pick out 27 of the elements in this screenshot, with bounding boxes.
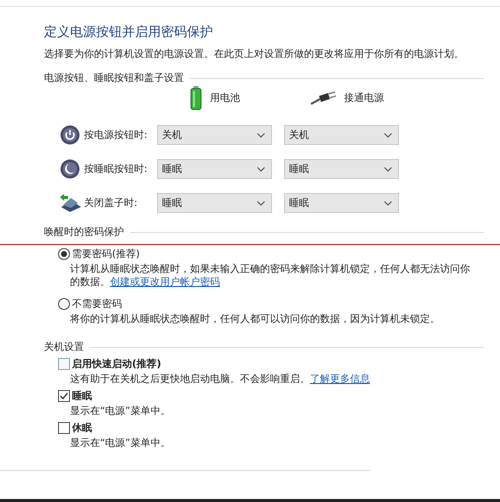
link[interactable]: 创建或更改用户帐户密码 — [110, 277, 220, 288]
page-description: 选择要为你的计算机设置的电源设置。在此页上对设置所做的更改将应用于你所有的电源计划。 — [44, 48, 465, 61]
dropdown[interactable]: 关机 — [284, 125, 399, 145]
option-description: 显示在“电源”菜单中。 — [70, 437, 172, 450]
section-heading: 电源按钮、睡眠按钮和盖子设置 — [44, 72, 184, 85]
dropdown[interactable]: 睡眠 — [157, 159, 272, 179]
page-title: 定义电源按钮并启用密码保护 — [44, 24, 214, 41]
option-description: 显示在“电源”菜单中。 — [70, 405, 172, 418]
option-label: 休眠 — [72, 422, 92, 435]
option-description: 这有助于在关机之后更快地启动电脑。不会影响重启。了解更多信息 — [70, 373, 371, 386]
option-label: 启用快速启动(推荐) — [72, 357, 162, 371]
option-description: 将你的计算机从睡眠状态唤醒时，任何人都可以访问你的数据，因为计算机未锁定。 — [70, 313, 441, 326]
column-label: 用电池 — [210, 92, 240, 105]
dropdown[interactable]: 关机 — [157, 125, 272, 145]
section-heading: 唤醒时的密码保护 — [44, 226, 124, 239]
section-heading: 关机设置 — [44, 340, 84, 354]
setting-label: 关闭盖子时: — [84, 196, 138, 210]
option-label: 不需要密码 — [72, 298, 122, 311]
option-label: 需要密码(推荐) — [72, 248, 140, 261]
setting-label: 按睡眠按钮时: — [84, 162, 148, 176]
option-description: 计算机从睡眠状态唤醒时，如果未输入正确的密码来解除计算机锁定，任何人都无法访问你的数据。创建或更改用户帐户密码 — [70, 263, 470, 289]
dropdown[interactable]: 睡眠 — [284, 159, 399, 179]
column-label: 接通电源 — [344, 92, 384, 105]
setting-label: 按电源按钮时: — [84, 128, 148, 142]
dropdown[interactable]: 睡眠 — [157, 193, 272, 213]
option-label: 睡眠 — [72, 390, 92, 403]
dropdown[interactable]: 睡眠 — [284, 193, 399, 213]
